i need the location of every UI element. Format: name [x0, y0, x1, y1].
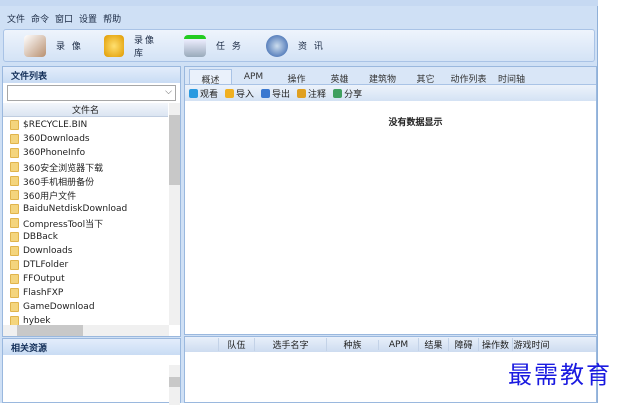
file-list-title: 文件列表 — [3, 67, 180, 83]
grid-column-header[interactable]: 结果 — [418, 338, 448, 351]
video-icon — [24, 34, 46, 57]
related-scrollbar[interactable] — [169, 365, 180, 405]
file-list-item[interactable]: 360用户文件 — [3, 188, 168, 202]
folder-icon — [10, 232, 19, 242]
file-list-item[interactable]: DTLFolder — [3, 258, 168, 272]
menu-help[interactable]: 帮助 — [103, 12, 121, 25]
file-list-item[interactable]: $RECYCLE.BIN — [3, 118, 168, 132]
action-icon — [189, 88, 198, 98]
file-list-item[interactable]: FFOutput — [3, 272, 168, 286]
empty-message: 没有数据显示 — [388, 118, 443, 128]
tab-4[interactable]: 建筑物 — [361, 69, 404, 85]
menu-file[interactable]: 文件 — [7, 12, 25, 25]
grid-column-header[interactable]: 队伍 — [218, 338, 254, 351]
file-list-item[interactable]: FlashFXP — [3, 286, 168, 300]
folder-icon — [10, 260, 19, 270]
box-icon — [104, 34, 124, 57]
folder-icon — [10, 162, 19, 172]
related-panel: 相关资源 — [2, 338, 181, 405]
related-title: 相关资源 — [3, 339, 180, 355]
file-list-item[interactable]: CompressTool当下 — [3, 216, 168, 230]
news-button[interactable]: 资 讯 — [256, 30, 336, 61]
folder-icon — [10, 176, 19, 186]
action-button-2[interactable]: 导出 — [261, 87, 290, 100]
file-list-item[interactable]: GameDownload — [3, 300, 168, 314]
tab-6[interactable]: 动作列表 — [447, 69, 490, 85]
menu-bar: 文件 命令 窗口 设置 帮助 — [0, 8, 121, 28]
task-button[interactable]: 任 务 — [174, 30, 256, 61]
file-list-item[interactable]: BaiduNetdiskDownload — [3, 202, 168, 216]
title-bar — [0, 0, 598, 6]
app-window: 文件 命令 窗口 设置 帮助 录 像 录像库 任 务 资 讯 文件列表 ⌵ 文件… — [0, 0, 598, 405]
grid-column-header[interactable]: 障碍 — [448, 338, 478, 351]
library-button[interactable]: 录像库 — [94, 30, 174, 61]
file-list-item[interactable]: Downloads — [3, 244, 168, 258]
folder-icon — [10, 148, 19, 158]
file-list-item[interactable]: 360手机相册备份 — [3, 174, 168, 188]
grid-column-header[interactable]: APM — [378, 339, 418, 350]
action-icon — [297, 88, 307, 98]
tab-7[interactable]: 时间轴 — [490, 69, 533, 85]
folder-icon — [10, 302, 19, 312]
action-button-1[interactable]: 导入 — [225, 87, 254, 100]
tab-3[interactable]: 英雄 — [318, 69, 361, 85]
menu-settings[interactable]: 设置 — [79, 12, 97, 25]
drive-icon — [184, 34, 206, 57]
folder-icon — [10, 190, 19, 200]
main-toolbar: 录 像 录像库 任 务 资 讯 — [3, 29, 595, 62]
action-icon — [225, 88, 235, 98]
action-icon — [261, 88, 271, 98]
tab-5[interactable]: 其它 — [404, 69, 447, 85]
action-bar: 观看 导入 导出 注释 分享 — [185, 85, 596, 101]
tab-bar: 概述 APM 操作 英雄 建筑物 其它 动作列表 时间轴 — [185, 67, 596, 86]
file-list-item[interactable]: 360PhoneInfo — [3, 146, 168, 160]
folder-icon — [10, 218, 19, 228]
folder-icon — [10, 274, 19, 284]
menu-window[interactable]: 窗口 — [55, 12, 73, 25]
folder-icon — [10, 288, 19, 298]
folder-icon — [10, 134, 19, 144]
action-button-0[interactable]: 观看 — [189, 87, 218, 100]
globe-icon — [266, 34, 288, 57]
tab-2[interactable]: 操作 — [275, 69, 318, 85]
horizontal-scrollbar[interactable] — [3, 325, 169, 336]
file-list-item[interactable]: 360安全浏览器下载 — [3, 160, 168, 174]
action-icon — [333, 88, 343, 98]
tab-1[interactable]: APM — [232, 69, 275, 84]
chevron-down-icon: ⌵ — [165, 87, 172, 97]
tab-0[interactable]: 概述 — [189, 69, 232, 86]
file-list: $RECYCLE.BIN 360Downloads 360PhoneInfo 360安… — [3, 117, 168, 327]
action-button-3[interactable]: 注释 — [297, 87, 326, 100]
grid-column-header[interactable]: 操作数 — [478, 338, 512, 351]
action-button-4[interactable]: 分享 — [333, 87, 362, 100]
file-list-item[interactable]: 360Downloads — [3, 132, 168, 146]
file-list-item[interactable]: DBBack — [3, 230, 168, 244]
path-combo[interactable]: ⌵ — [7, 85, 176, 101]
grid-column-header[interactable]: 选手名字 — [254, 338, 326, 351]
folder-icon — [10, 204, 19, 214]
folder-icon — [10, 246, 19, 256]
column-header-filename[interactable]: 文件名 — [3, 103, 168, 117]
file-list-panel: 文件列表 ⌵ 文件名 $RECYCLE.BIN 360Downloads 360Ph… — [2, 66, 181, 337]
record-button[interactable]: 录 像 — [4, 30, 94, 61]
detail-panel: 概述 APM 操作 英雄 建筑物 其它 动作列表 时间轴 观看 导入 导出 注释 分享 没有数据显示 — [184, 66, 597, 335]
watermark: 最需教育 — [508, 361, 612, 389]
folder-icon — [10, 120, 19, 130]
vertical-scrollbar[interactable] — [169, 103, 180, 325]
grid-column-header[interactable]: 种族 — [326, 338, 378, 351]
grid-header: 队伍 选手名字 种族 APM 结果 障碍 操作数 游戏时间 — [185, 337, 596, 352]
grid-column-header[interactable]: 游戏时间 — [512, 338, 550, 351]
menu-command[interactable]: 命令 — [31, 12, 49, 25]
